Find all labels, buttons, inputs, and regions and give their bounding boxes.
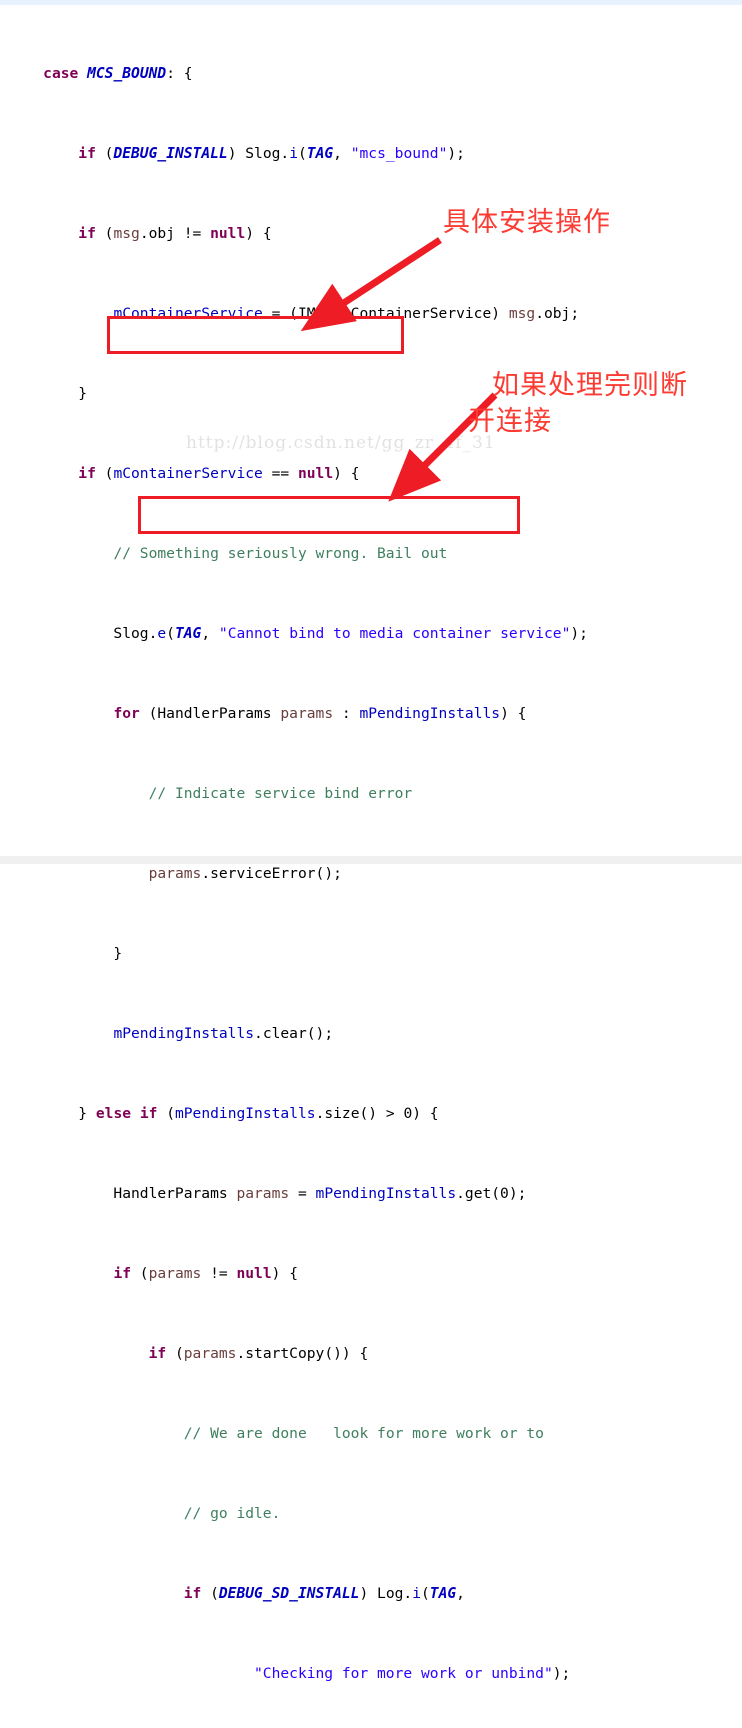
code-line[interactable]: // go idle. (0, 1504, 742, 1524)
code-line[interactable]: } else if (mPendingInstalls.size() > 0) … (0, 1104, 742, 1124)
code-area[interactable]: case MCS_BOUND: { if (DEBUG_INSTALL) Slo… (0, 4, 742, 1728)
code-line[interactable]: "Checking for more work or unbind"); (0, 1664, 742, 1684)
code-line[interactable]: if (msg.obj != null) { (0, 224, 742, 244)
bottom-edge-band (0, 856, 742, 864)
code-line[interactable]: } (0, 944, 742, 964)
code-line[interactable]: // We are done look for more work or to (0, 1424, 742, 1444)
code-line[interactable]: if (mContainerService == null) { (0, 464, 742, 484)
code-line[interactable]: if (params != null) { (0, 1264, 742, 1284)
code-line[interactable]: mPendingInstalls.clear(); (0, 1024, 742, 1044)
code-line[interactable]: HandlerParams params = mPendingInstalls.… (0, 1184, 742, 1204)
code-screenshot: case MCS_BOUND: { if (DEBUG_INSTALL) Slo… (0, 0, 742, 1682)
code-line[interactable]: params.serviceError(); (0, 864, 742, 884)
code-line[interactable]: // Indicate service bind error (0, 784, 742, 804)
code-line[interactable]: for (HandlerParams params : mPendingInst… (0, 704, 742, 724)
code-line[interactable]: if (DEBUG_SD_INSTALL) Log.i(TAG, (0, 1584, 742, 1604)
code-line[interactable]: Slog.e(TAG, "Cannot bind to media contai… (0, 624, 742, 644)
code-line[interactable]: } (0, 384, 742, 404)
code-line[interactable]: // Something seriously wrong. Bail out (0, 544, 742, 564)
code-line[interactable]: if (DEBUG_INSTALL) Slog.i(TAG, "mcs_boun… (0, 144, 742, 164)
code-line[interactable]: if (params.startCopy()) { (0, 1344, 742, 1364)
csdn-watermark: http://blog.csdn.net/gg_zr_4f_31 (186, 433, 496, 453)
code-line[interactable]: case MCS_BOUND: { (0, 64, 742, 84)
code-line[interactable]: mContainerService = (IMediaContainerServ… (0, 304, 742, 324)
